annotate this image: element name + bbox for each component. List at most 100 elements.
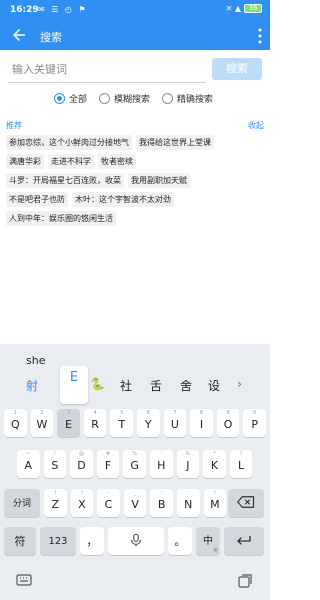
- key-label: 。: [174, 535, 186, 548]
- key-z[interactable]: (Z: [44, 489, 67, 517]
- key-m[interactable]: / M: [203, 489, 227, 517]
- tag-item[interactable]: 满唐华彩: [6, 154, 44, 169]
- radio-all[interactable]: 全部: [54, 92, 87, 105]
- key-label: E: [65, 418, 72, 431]
- candidate-item[interactable]: 舍: [180, 377, 192, 394]
- tag-item[interactable]: 走进不科学: [48, 154, 94, 169]
- search-row: 搜索: [0, 57, 270, 85]
- comma-key[interactable]: ，: [80, 527, 104, 555]
- key-label: J: [186, 459, 190, 472]
- key-a[interactable]: ~ A: [17, 450, 40, 478]
- key-hint: 7: [173, 410, 177, 416]
- key-o[interactable]: 9O: [216, 409, 240, 437]
- period-key[interactable]: 。: [168, 527, 192, 555]
- key-hint: _: [133, 490, 137, 496]
- segment-key[interactable]: 分词: [4, 489, 40, 517]
- key-hint: 9: [226, 410, 230, 416]
- tag-item[interactable]: 不是吧君子也防: [6, 192, 68, 207]
- key-k[interactable]: * K: [203, 450, 226, 478]
- key-d[interactable]: @ D: [70, 450, 93, 478]
- key-hint: 0: [253, 410, 257, 416]
- key-h[interactable]: ' H: [150, 450, 173, 478]
- key-b[interactable]: :B: [150, 489, 173, 517]
- key-s[interactable]: ! S: [43, 450, 67, 478]
- key-c[interactable]: -C: [97, 489, 120, 517]
- key-hint: -: [107, 490, 110, 496]
- key-hint: 4: [93, 410, 97, 416]
- backspace-key[interactable]: [228, 489, 264, 517]
- space-key[interactable]: [108, 527, 164, 555]
- tag-item[interactable]: 我得给这世界上堂课: [136, 135, 214, 150]
- key-t[interactable]: 5T: [110, 409, 133, 437]
- key-w[interactable]: 2W: [30, 409, 54, 437]
- collapse-link[interactable]: 收起: [248, 120, 264, 131]
- key-preview-popup: E: [60, 366, 88, 404]
- key-label: H: [157, 459, 166, 472]
- radio-fuzzy[interactable]: 模糊搜索: [99, 92, 150, 105]
- key-x[interactable]: ) X: [70, 489, 94, 517]
- key-i[interactable]: 8I: [190, 409, 213, 437]
- key-hint: 1: [13, 410, 17, 416]
- radio-unchecked-icon: [162, 93, 174, 104]
- key-g[interactable]: % G: [123, 450, 146, 478]
- more-vert-icon[interactable]: [258, 28, 262, 44]
- clipboard-icon[interactable]: [238, 574, 252, 588]
- key-y[interactable]: 6Y: [137, 409, 160, 437]
- back-arrow-icon[interactable]: [10, 26, 28, 44]
- candidate-item[interactable]: 设: [208, 377, 220, 394]
- key-label: Y: [144, 418, 152, 431]
- recommend-tags: 参加恋综，这个小鲜肉过分接地气 我得给这世界上堂课 满唐华彩 走进不科学 牧者密…: [6, 135, 266, 230]
- key-u[interactable]: 7U: [163, 409, 187, 437]
- key-f[interactable]: # F: [96, 450, 120, 478]
- search-input[interactable]: [8, 57, 206, 83]
- key-hint: @: [78, 451, 84, 457]
- key-v[interactable]: _ V: [123, 489, 147, 517]
- key-hint: %: [132, 451, 138, 457]
- key-label: F: [104, 459, 112, 472]
- language-switch-key[interactable]: 中 英: [196, 527, 220, 555]
- radio-exact[interactable]: 精确搜索: [162, 92, 213, 105]
- status-bar: 16:29 ✉ ☰ ◴ ⚑ ✕ ▲ 36: [0, 0, 270, 22]
- key-hint: 3: [66, 410, 71, 416]
- tag-item[interactable]: 人到中年：娱乐圈的悠闲生活: [6, 211, 116, 226]
- key-n[interactable]: ; N: [177, 489, 200, 517]
- key-j[interactable]: & J: [176, 450, 200, 478]
- key-label: ，: [86, 535, 98, 548]
- key-label: U: [170, 418, 179, 431]
- key-label: S: [51, 459, 59, 472]
- tag-item[interactable]: 我用副职加天赋: [128, 173, 190, 188]
- key-l[interactable]: ? L: [229, 450, 253, 478]
- keyboard-nav-bar: [0, 566, 270, 600]
- number-key[interactable]: 123: [40, 527, 76, 555]
- recommend-header: 推荐 收起: [0, 120, 270, 132]
- app-bar: 搜索: [0, 22, 270, 50]
- keyboard-hide-icon[interactable]: [16, 574, 32, 588]
- tag-item[interactable]: 木叶：这个宇智波不太对劲: [72, 192, 174, 207]
- key-hint: ': [160, 451, 162, 457]
- candidate-bar: 射 🐍 社 舌 舍 设 ›: [0, 372, 270, 398]
- radio-label: 精确搜索: [177, 95, 214, 105]
- candidate-item[interactable]: 射: [26, 377, 38, 394]
- key-r[interactable]: 4R: [83, 409, 107, 437]
- enter-key[interactable]: [224, 527, 264, 555]
- candidate-item[interactable]: 舌: [150, 377, 162, 394]
- symbol-key[interactable]: 符: [4, 527, 36, 555]
- key-q[interactable]: 1Q: [4, 409, 27, 437]
- key-hint: #: [105, 451, 111, 457]
- tag-item[interactable]: 斗罗：开局福星七百连败，收菜: [6, 173, 124, 188]
- tag-item[interactable]: 牧者密续: [98, 154, 136, 169]
- notification-icons: ✉ ☰ ◴ ⚑: [38, 5, 88, 14]
- key-hint: ?: [239, 451, 243, 457]
- key-label: I: [199, 418, 204, 431]
- key-label: K: [210, 459, 219, 472]
- key-hint: 5: [120, 410, 124, 416]
- tag-item[interactable]: 参加恋综，这个小鲜肉过分接地气: [6, 135, 132, 150]
- candidate-item[interactable]: 🐍: [90, 377, 105, 391]
- key-e[interactable]: 3E: [57, 409, 80, 437]
- candidate-item[interactable]: 社: [120, 377, 132, 394]
- key-hint: 2: [40, 410, 44, 416]
- key-hint: 6: [146, 410, 150, 416]
- search-button[interactable]: 搜索: [212, 58, 262, 80]
- chevron-right-icon[interactable]: ›: [237, 377, 242, 391]
- key-p[interactable]: 0P: [243, 409, 266, 437]
